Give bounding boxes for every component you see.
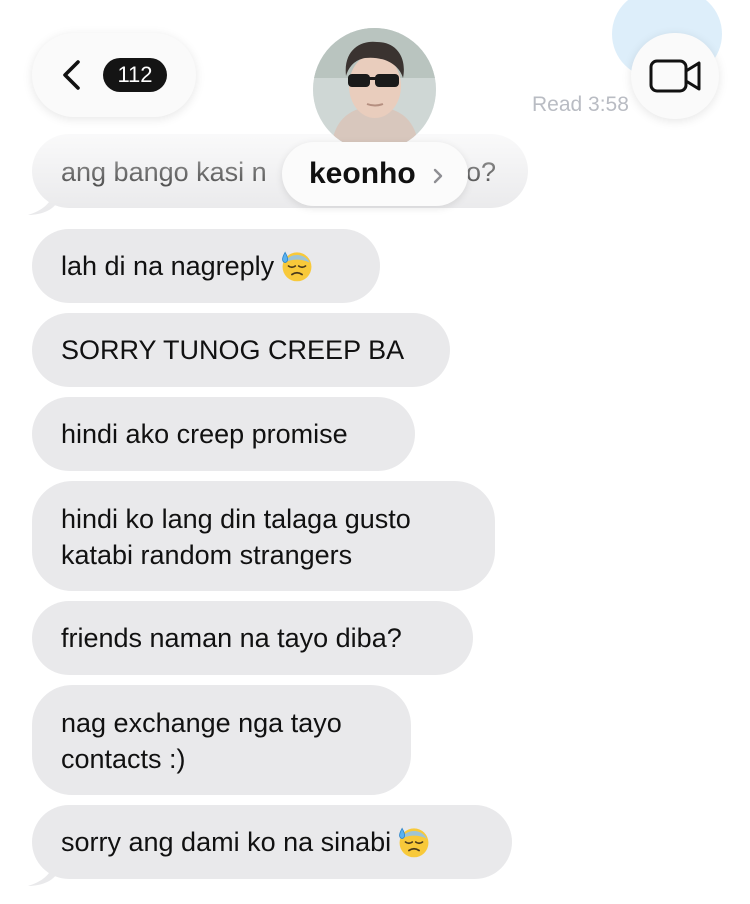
message-text: friends naman na tayo diba? bbox=[61, 623, 402, 653]
chevron-left-icon bbox=[63, 60, 80, 90]
read-receipt: Read 3:58 bbox=[532, 93, 629, 116]
video-camera-icon bbox=[649, 59, 701, 93]
message-bubble[interactable]: lah di na nagreply bbox=[32, 229, 380, 303]
message-text: ang bango kasi n bbox=[61, 157, 267, 187]
back-button[interactable]: 112 bbox=[32, 33, 196, 117]
contact-name: keonho bbox=[309, 157, 416, 190]
message-text: lah di na nagreply bbox=[61, 251, 275, 281]
message-bubble[interactable]: hindi ako creep promise bbox=[32, 397, 415, 471]
downcast-sweat-face-icon bbox=[397, 825, 431, 859]
downcast-sweat-face-icon bbox=[280, 249, 314, 283]
contact-name-button[interactable]: keonho bbox=[282, 142, 468, 206]
chevron-right-icon bbox=[433, 168, 443, 184]
message-text: hindi ako creep promise bbox=[61, 419, 348, 449]
message-bubble[interactable]: sorry ang dami ko na sinabi bbox=[32, 805, 512, 879]
message-text-line: contacts :) bbox=[61, 744, 186, 774]
message-text-line: hindi ko lang din talaga gusto bbox=[61, 504, 411, 534]
video-call-button[interactable] bbox=[631, 33, 719, 119]
message-text-line: katabi random strangers bbox=[61, 540, 353, 570]
message-bubble[interactable]: nag exchange nga tayo contacts :) bbox=[32, 685, 411, 795]
message-bubble[interactable]: SORRY TUNOG CREEP BA bbox=[32, 313, 450, 387]
message-text: sorry ang dami ko na sinabi bbox=[61, 827, 392, 857]
message-bubble[interactable]: friends naman na tayo diba? bbox=[32, 601, 473, 675]
contact-avatar[interactable] bbox=[313, 28, 436, 151]
bubble-tail bbox=[26, 188, 56, 216]
avatar-photo bbox=[313, 28, 436, 151]
bubble-tail bbox=[26, 859, 56, 887]
message-text-line: nag exchange nga tayo bbox=[61, 708, 342, 738]
message-text-end: o? bbox=[466, 157, 497, 187]
message-bubble[interactable]: hindi ko lang din talaga gusto katabi ra… bbox=[32, 481, 495, 591]
message-text: SORRY TUNOG CREEP BA bbox=[61, 335, 405, 365]
unread-count-badge: 112 bbox=[103, 58, 167, 92]
